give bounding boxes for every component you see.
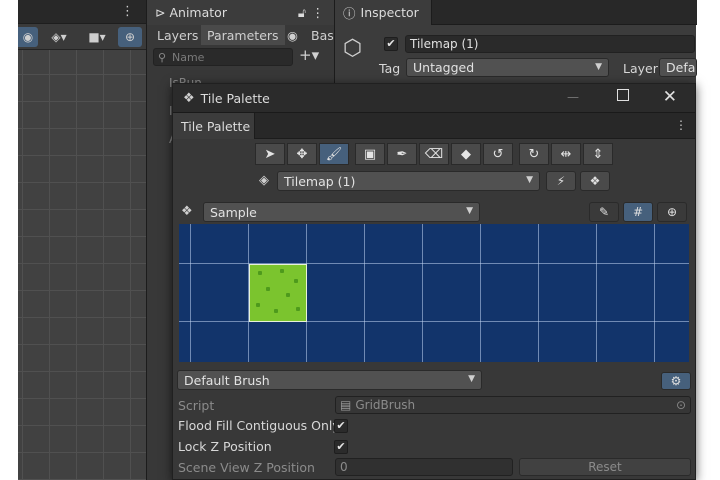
brush-dropdown[interactable]: Default Brush ▼ bbox=[177, 370, 482, 390]
active-tilemap-dropdown[interactable]: Tilemap (1) ▼ bbox=[277, 171, 540, 191]
close-icon[interactable]: ✕ bbox=[663, 87, 677, 107]
tab-tile-palette[interactable]: Tile Palette bbox=[173, 113, 255, 139]
tab-parameters[interactable]: Parameters bbox=[201, 25, 285, 45]
lock-icon[interactable]: 🔓︎ bbox=[298, 5, 306, 21]
tag-value: Untagged bbox=[413, 60, 475, 75]
window-title-bar[interactable]: ❖ Tile Palette — ✕ bbox=[173, 84, 695, 113]
move-tool-icon[interactable]: ✥ bbox=[287, 143, 317, 165]
eraser-tool-icon[interactable]: ⌫ bbox=[419, 143, 449, 165]
flip-x-tool-icon[interactable]: ⇹ bbox=[551, 143, 581, 165]
scene-z-label: Scene View Z Position bbox=[178, 460, 315, 475]
picker-tool-icon[interactable]: ✒ bbox=[387, 143, 417, 165]
chevron-down-icon: ▼ bbox=[468, 374, 475, 384]
tile-palette-window: ❖ Tile Palette — ✕ Tile Palette ⋮ ➤ ✥ 🖌︎… bbox=[172, 83, 696, 480]
scene-view[interactable]: ⋮ ◉ ◈▾ ■▾ ⊕ bbox=[18, 0, 146, 480]
script-label: Script bbox=[178, 398, 215, 413]
flood-fill-label: Flood Fill Contiguous Only bbox=[178, 418, 340, 433]
parameter-search-input[interactable]: ⚲ Name bbox=[153, 48, 293, 66]
tag-dropdown[interactable]: Untagged ▼ bbox=[406, 58, 609, 77]
tile-palette-settings-icon[interactable]: ❖ bbox=[580, 171, 610, 191]
box-fill-tool-icon[interactable]: ▣ bbox=[355, 143, 385, 165]
object-picker-icon: ⊙ bbox=[675, 398, 686, 412]
palette-window-icon: ❖ bbox=[183, 90, 195, 106]
chevron-down-icon: ▼ bbox=[526, 175, 533, 185]
focus-tilemap-icon[interactable]: ⚡ bbox=[546, 171, 576, 191]
camera-icon[interactable]: ■▾ bbox=[80, 27, 114, 47]
more-options-icon[interactable]: ⋮ bbox=[675, 118, 687, 132]
eye-icon[interactable]: ◉ bbox=[281, 25, 304, 45]
layer-value: Defau bbox=[666, 60, 696, 75]
layer-label: Layer bbox=[623, 61, 658, 76]
grass-tile[interactable] bbox=[249, 264, 307, 322]
gizmo-toggle-icon[interactable]: ⊕ bbox=[657, 202, 687, 222]
orientation-icon[interactable]: ◉ bbox=[18, 27, 38, 47]
palette-dropdown[interactable]: Sample ▼ bbox=[203, 202, 480, 222]
search-placeholder: Name bbox=[172, 50, 205, 64]
reset-button[interactable]: Reset bbox=[519, 458, 691, 476]
lock-z-checkbox[interactable]: ✔ bbox=[334, 440, 348, 454]
chevron-down-icon: ▼ bbox=[595, 62, 602, 72]
scene-z-field[interactable]: 0 bbox=[335, 458, 513, 476]
tag-label: Tag bbox=[379, 61, 401, 76]
animator-tab-label: Animator bbox=[169, 5, 227, 20]
chevron-down-icon: ▼ bbox=[466, 206, 473, 216]
brush-settings-icon[interactable]: ⚙ bbox=[661, 372, 691, 390]
layer-dropdown[interactable]: Defau bbox=[659, 58, 697, 77]
palette-tab-bar: Tile Palette ⋮ bbox=[173, 113, 695, 139]
scene-toolbar: ⋮ ◉ ◈▾ ■▾ ⊕ bbox=[18, 0, 146, 50]
select-tool-icon[interactable]: ➤ bbox=[255, 143, 285, 165]
script-file-icon: ▤ bbox=[340, 398, 352, 412]
animator-tab-bar: ⊳ Animator 🔓︎ ⋮ bbox=[147, 0, 335, 25]
grid-toggle-icon[interactable]: # bbox=[623, 202, 653, 222]
window-title: Tile Palette bbox=[200, 90, 270, 106]
more-options-icon[interactable]: ⋮ bbox=[312, 5, 325, 20]
script-field: ▤ GridBrush ⊙ bbox=[335, 396, 691, 414]
animator-icon: ⊳ bbox=[155, 5, 166, 20]
more-options-icon[interactable]: ⋮ bbox=[121, 4, 134, 19]
tilemap-layer-icon: ◈ bbox=[259, 173, 269, 188]
brush-name: Default Brush bbox=[184, 372, 270, 388]
minimize-icon[interactable]: — bbox=[567, 90, 579, 104]
palette-grid[interactable] bbox=[179, 224, 689, 362]
active-checkbox[interactable]: ✔ bbox=[384, 37, 398, 51]
info-icon: ⓘ bbox=[343, 6, 356, 21]
flip-y-tool-icon[interactable]: ⇕ bbox=[583, 143, 613, 165]
inspector-tab-label: Inspector bbox=[360, 5, 419, 20]
scene-tab-bar: ⋮ bbox=[18, 0, 146, 24]
tab-layers[interactable]: Layers bbox=[151, 25, 204, 45]
layers-icon[interactable]: ◈▾ bbox=[42, 27, 76, 47]
active-tilemap-value: Tilemap (1) bbox=[284, 173, 356, 189]
rotate-cw-tool-icon[interactable]: ↻ bbox=[519, 143, 549, 165]
inspector-panel: ⓘ Inspector ⬡ ✔ Tilemap (1) Tag Untagged… bbox=[334, 0, 697, 95]
lock-z-label: Lock Z Position bbox=[178, 439, 272, 454]
flood-fill-checkbox[interactable]: ✔ bbox=[334, 419, 348, 433]
script-value: GridBrush bbox=[355, 398, 416, 412]
maximize-icon[interactable] bbox=[617, 89, 629, 101]
gizmo-target-icon[interactable]: ⊕ bbox=[118, 27, 142, 47]
gameobject-cube-icon: ⬡ bbox=[343, 36, 363, 61]
palette-icon: ❖ bbox=[181, 204, 193, 219]
add-parameter-button[interactable]: +▾ bbox=[299, 46, 321, 66]
object-name-field[interactable]: Tilemap (1) bbox=[405, 35, 695, 53]
inspector-tab-bar: ⓘ Inspector bbox=[335, 0, 697, 25]
palette-name: Sample bbox=[210, 204, 257, 220]
tab-animator[interactable]: ⊳ Animator 🔓︎ ⋮ bbox=[147, 0, 335, 25]
tab-inspector[interactable]: ⓘ Inspector bbox=[335, 0, 432, 25]
paint-brush-tool-icon[interactable]: 🖌︎ bbox=[319, 143, 349, 165]
search-icon: ⚲ bbox=[158, 50, 167, 64]
fill-tool-icon[interactable]: ◆ bbox=[451, 143, 481, 165]
rotate-ccw-tool-icon[interactable]: ↺ bbox=[483, 143, 513, 165]
edit-palette-icon[interactable]: ✎ bbox=[589, 202, 619, 222]
